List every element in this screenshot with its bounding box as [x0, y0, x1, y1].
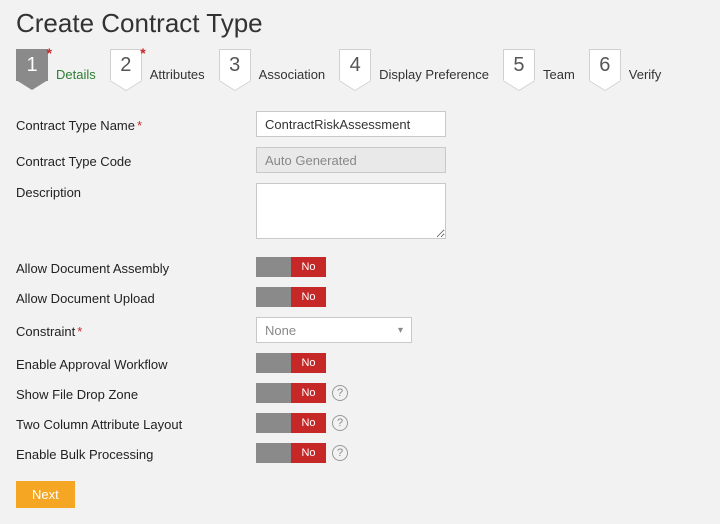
required-icon: * — [47, 45, 52, 61]
two-column-layout-toggle[interactable]: No — [256, 413, 326, 433]
wizard-step-3-label: Association — [259, 61, 325, 82]
allow-document-assembly-label: Allow Document Assembly — [16, 259, 256, 276]
enable-approval-workflow-toggle[interactable]: No — [256, 353, 326, 373]
next-button[interactable]: Next — [16, 481, 75, 508]
wizard-step-5[interactable]: 5 Team — [503, 49, 589, 93]
toggle-value: No — [291, 353, 326, 373]
show-file-drop-zone-toggle[interactable]: No — [256, 383, 326, 403]
required-icon: * — [140, 45, 145, 61]
wizard-step-2[interactable]: 2 * Attributes — [110, 49, 219, 93]
help-icon[interactable]: ? — [332, 445, 348, 461]
wizard-step-3-number: 3 — [219, 49, 251, 81]
enable-bulk-processing-label: Enable Bulk Processing — [16, 445, 256, 462]
wizard-step-1[interactable]: 1 * Details — [16, 49, 110, 93]
wizard-step-6-label: Verify — [629, 61, 662, 82]
wizard-step-2-label: Attributes — [150, 61, 205, 82]
wizard-step-3[interactable]: 3 Association — [219, 49, 339, 93]
toggle-value: No — [291, 413, 326, 433]
wizard-step-6-number: 6 — [589, 49, 621, 81]
wizard-step-5-label: Team — [543, 61, 575, 82]
toggle-value: No — [291, 287, 326, 307]
description-input[interactable] — [256, 183, 446, 239]
enable-approval-workflow-label: Enable Approval Workflow — [16, 355, 256, 372]
required-icon: * — [137, 118, 142, 133]
contract-type-code-label: Contract Type Code — [16, 152, 256, 169]
help-icon[interactable]: ? — [332, 415, 348, 431]
allow-document-upload-label: Allow Document Upload — [16, 289, 256, 306]
required-icon: * — [77, 324, 82, 339]
allow-document-upload-toggle[interactable]: No — [256, 287, 326, 307]
wizard-step-4-label: Display Preference — [379, 61, 489, 82]
constraint-label: Constraint* — [16, 322, 256, 339]
toggle-value: No — [291, 257, 326, 277]
contract-type-code-input — [256, 147, 446, 173]
two-column-layout-label: Two Column Attribute Layout — [16, 415, 256, 432]
chevron-down-icon: ▾ — [398, 325, 403, 336]
wizard-step-2-number: 2 — [110, 49, 142, 81]
show-file-drop-zone-label: Show File Drop Zone — [16, 385, 256, 402]
wizard-step-6[interactable]: 6 Verify — [589, 49, 676, 93]
wizard-step-4[interactable]: 4 Display Preference — [339, 49, 503, 93]
page-title: Create Contract Type — [16, 8, 704, 39]
toggle-value: No — [291, 443, 326, 463]
constraint-select[interactable]: None ▾ — [256, 317, 412, 343]
wizard-step-5-number: 5 — [503, 49, 535, 81]
description-label: Description — [16, 183, 256, 200]
toggle-value: No — [291, 383, 326, 403]
wizard-step-1-label: Details — [56, 61, 96, 82]
enable-bulk-processing-toggle[interactable]: No — [256, 443, 326, 463]
wizard-step-1-number: 1 — [16, 49, 48, 81]
wizard-step-4-number: 4 — [339, 49, 371, 81]
wizard-steps: 1 * Details 2 * Attributes 3 Association… — [16, 49, 704, 93]
contract-type-name-label: Contract Type Name* — [16, 116, 256, 133]
allow-document-assembly-toggle[interactable]: No — [256, 257, 326, 277]
help-icon[interactable]: ? — [332, 385, 348, 401]
constraint-selected-value: None — [265, 323, 296, 338]
contract-type-name-input[interactable] — [256, 111, 446, 137]
